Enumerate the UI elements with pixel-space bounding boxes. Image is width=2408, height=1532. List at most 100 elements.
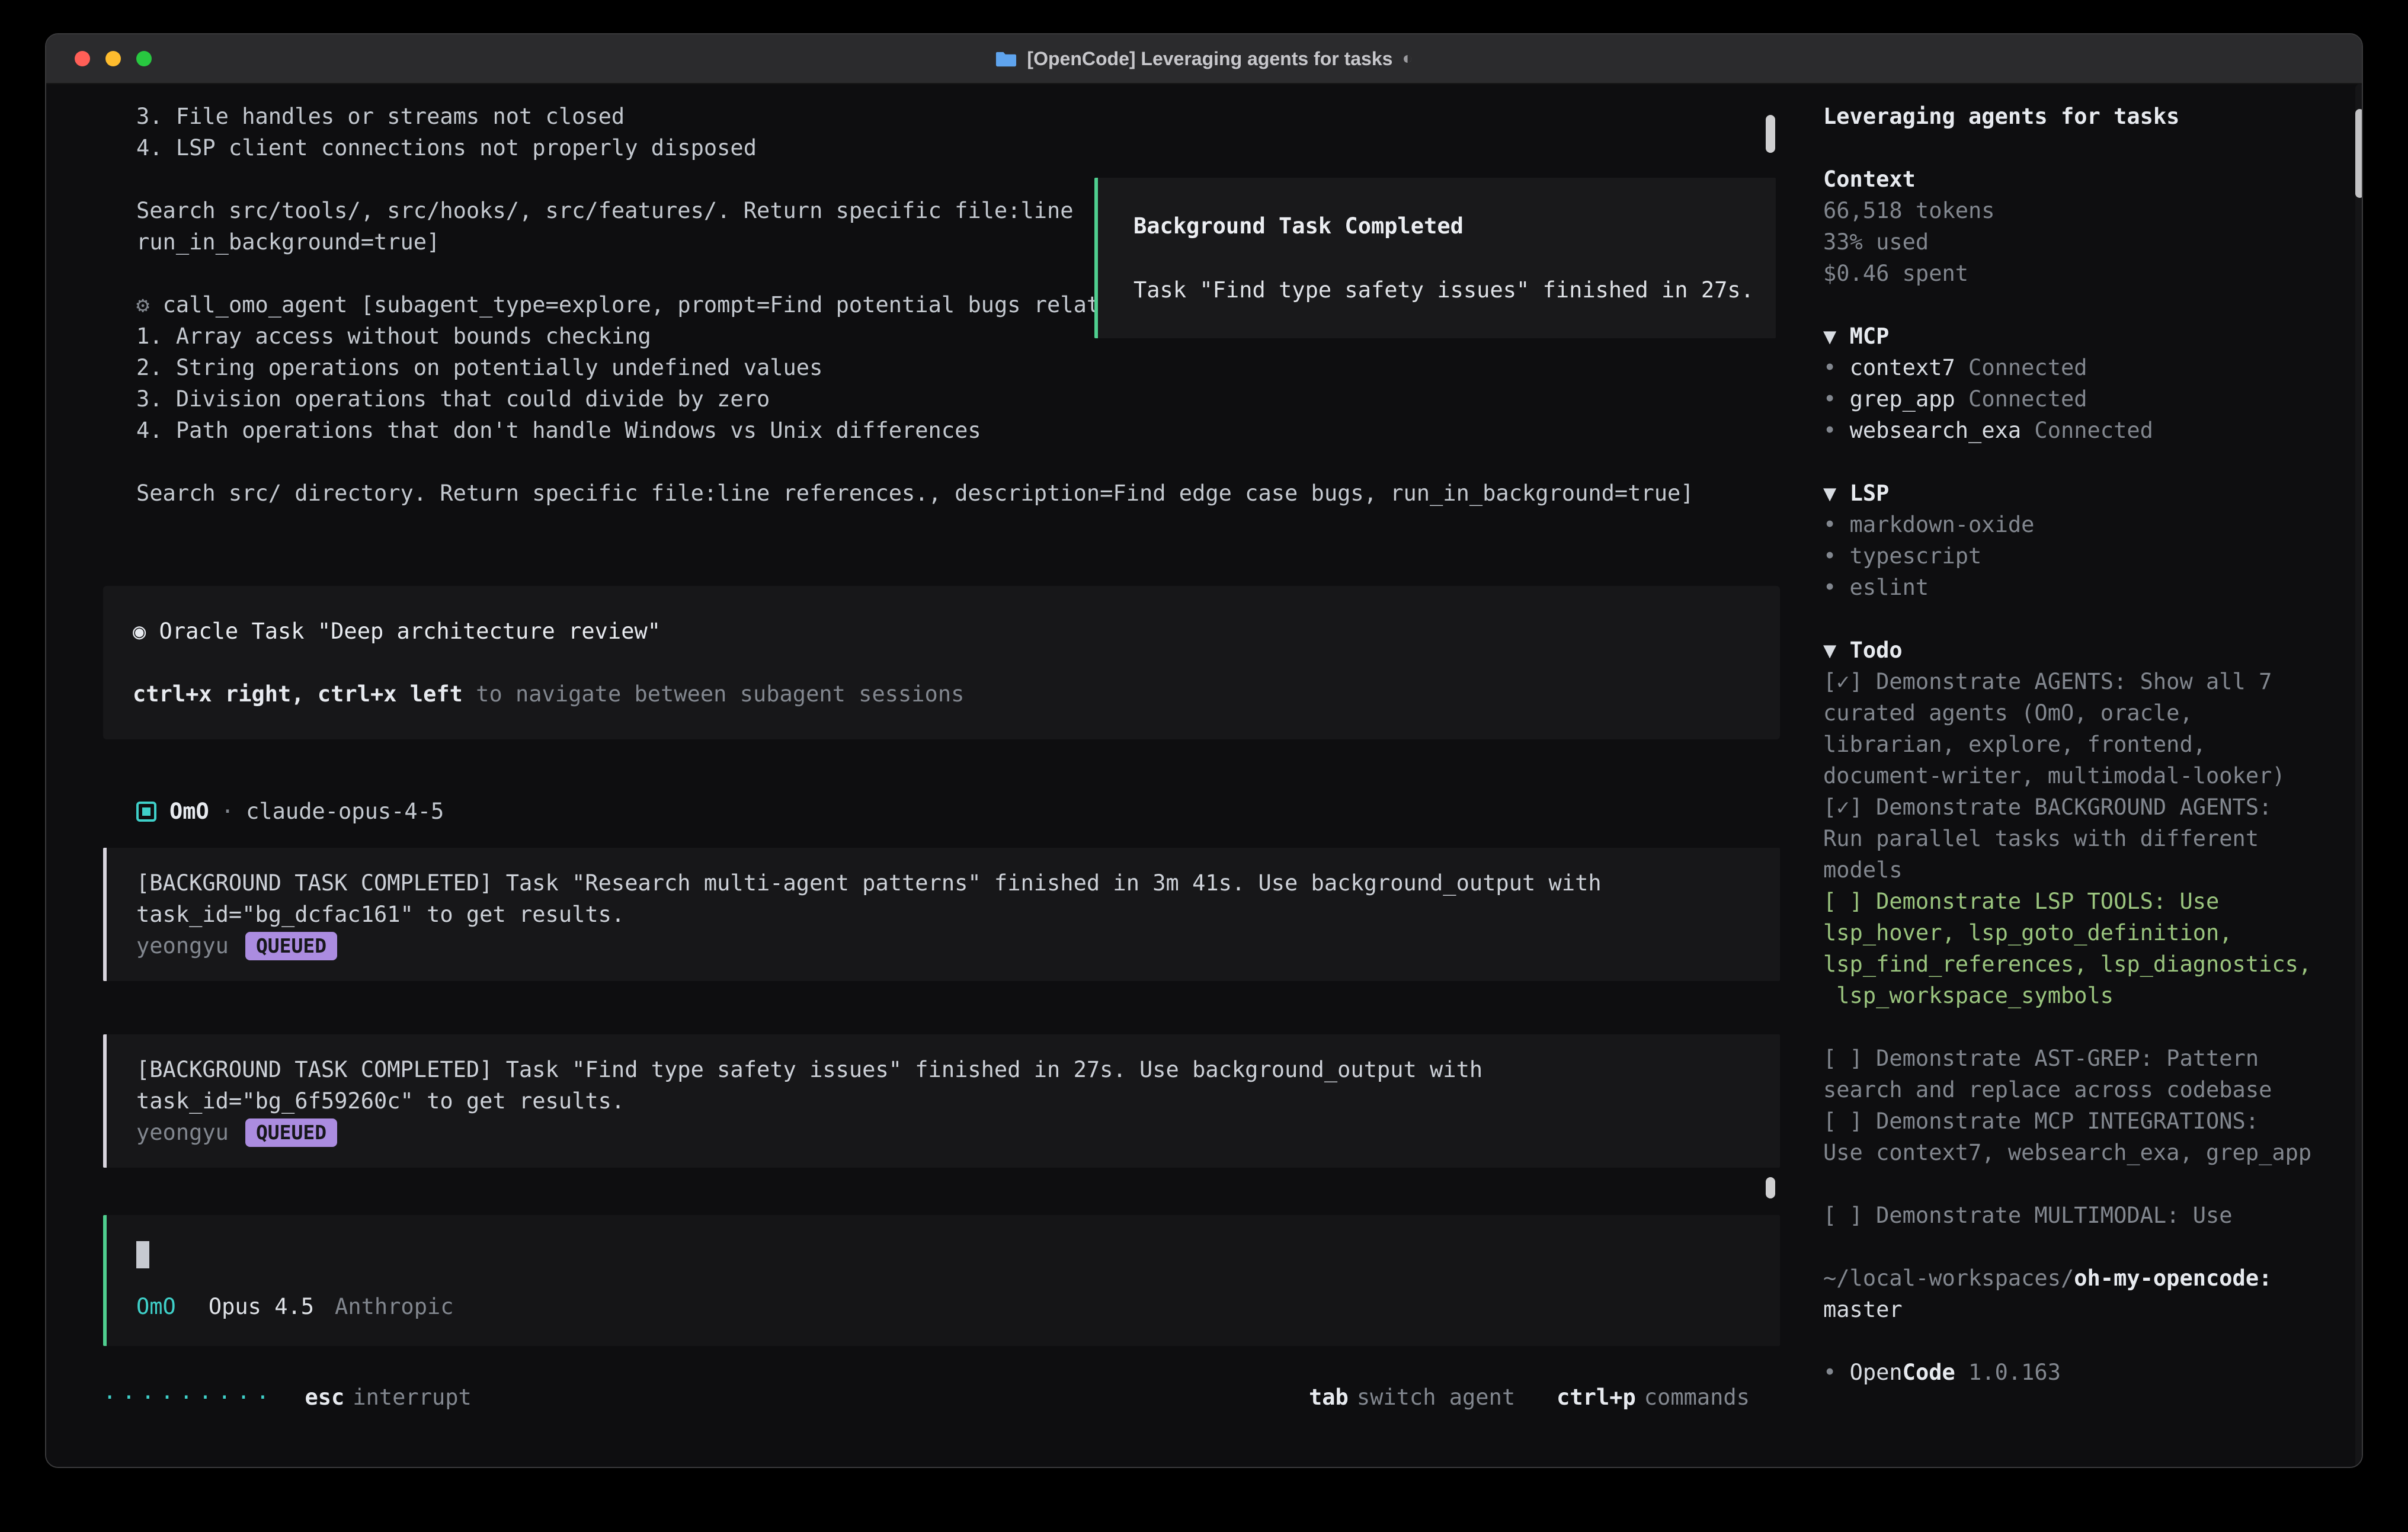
key-esc: esc — [305, 1384, 344, 1410]
text-segment: Run parallel tasks with different — [1823, 826, 2259, 851]
text-segment: LSP — [1850, 480, 1890, 506]
progress-icon: ◐ — [1402, 49, 1413, 69]
sidebar-line — [1823, 1168, 2362, 1200]
agent-model: claude-opus-4-5 — [246, 799, 444, 824]
sidebar-content: Leveraging agents for tasks Context 66,51… — [1823, 101, 2362, 1388]
sidebar-line: curated agents (OmO, oracle, — [1823, 697, 2362, 729]
message-line: task_id="bg_6f59260c" to get results. — [136, 1085, 1780, 1117]
scrollbar-thumb[interactable] — [2355, 109, 2363, 198]
toast-body: Task "Find type safety issues" finished … — [1133, 274, 1776, 306]
agent-name: OmO — [169, 799, 209, 824]
agent-icon — [136, 802, 156, 822]
agent-icon-fill — [142, 807, 150, 816]
sidebar-line: • grep_app Connected — [1823, 383, 2362, 415]
terminal-line: 4. LSP client connections not properly d… — [136, 132, 1779, 164]
text-segment: ▼ — [1823, 480, 1850, 506]
text-segment: to navigate between subagent sessions — [463, 681, 964, 707]
text-segment: lsp_workspace_symbols — [1823, 983, 2114, 1008]
prompt-input[interactable]: OmO Opus 4.5 Anthropic — [103, 1215, 1780, 1346]
conversation-pane: 3. File handles or streams not closed 4. … — [46, 84, 1779, 1468]
message-block: [BACKGROUND TASK COMPLETED] Task "Resear… — [103, 848, 1780, 981]
text-segment: • markdown-oxide — [1823, 512, 2034, 537]
status-badge: QUEUED — [245, 932, 337, 960]
text-segment: oh-my-opencode: — [2074, 1265, 2272, 1291]
text-segment: curated agents (OmO, oracle, — [1823, 700, 2193, 726]
text-segment: • — [1823, 386, 1850, 412]
text-segment: ⚙ — [136, 292, 163, 318]
window-title: [OpenCode] Leveraging agents for tasks — [1027, 48, 1392, 70]
message-meta: yeongyu QUEUED — [136, 1117, 1780, 1148]
message-block: [BACKGROUND TASK COMPLETED] Task "Find t… — [103, 1034, 1780, 1168]
window-title-group: [OpenCode] Leveraging agents for tasks ◐ — [46, 48, 2362, 70]
text-segment: Context — [1823, 166, 1916, 192]
sidebar-line — [1823, 446, 2362, 477]
close-button[interactable] — [75, 51, 90, 66]
text-segment: 4. Path operations that don't handle Win… — [136, 418, 981, 443]
text-segment: lsp_find_references, lsp_diagnostics, — [1823, 951, 2311, 977]
hint-commands: ctrl+pcommands — [1557, 1384, 1750, 1410]
text-segment: ◉ Oracle Task "Deep architecture review" — [133, 618, 661, 644]
text-segment: Open — [1850, 1360, 1903, 1385]
text-segment: Use context7, websearch_exa, grep_app — [1823, 1140, 2311, 1165]
text-segment: [ ] Demonstrate MCP INTEGRATIONS: — [1823, 1108, 2259, 1134]
oracle-panel-line: ◉ Oracle Task "Deep architecture review" — [133, 616, 1780, 647]
sidebar-line — [1823, 132, 2362, 164]
text-segment: • — [1823, 355, 1850, 380]
scrollbar-thumb[interactable] — [1766, 115, 1775, 153]
status-bar: ········· escinterrupt tabswitch agent c… — [103, 1382, 1750, 1413]
text-segment: ~/local-workspaces/ — [1823, 1265, 2074, 1291]
terminal-line: Search src/ directory. Return specific f… — [136, 477, 1779, 509]
text-segment: Leveraging agents for tasks — [1823, 104, 2179, 129]
text-segment: lsp_hover, lsp_goto_definition, — [1823, 920, 2233, 946]
sidebar-line: lsp_hover, lsp_goto_definition, — [1823, 917, 2362, 948]
text-segment: 1.0.163 — [1955, 1360, 2061, 1385]
hint-label: switch agent — [1357, 1384, 1515, 1410]
sidebar-line: • OpenCode 1.0.163 — [1823, 1357, 2362, 1388]
message-line: [BACKGROUND TASK COMPLETED] Task "Find t… — [136, 1054, 1780, 1085]
text-segment: MCP — [1850, 323, 1890, 349]
zoom-button[interactable] — [136, 51, 152, 66]
sidebar-line: ~/local-workspaces/oh-my-opencode: — [1823, 1262, 2362, 1294]
sidebar-line: lsp_workspace_symbols — [1823, 980, 2362, 1011]
text-segment: Todo — [1850, 637, 1903, 663]
window-content: 3. File handles or streams not closed 4. … — [46, 84, 2362, 1468]
text-segment: Code — [1903, 1360, 1955, 1385]
sidebar-line: models — [1823, 854, 2362, 886]
sidebar-line: $0.46 spent — [1823, 258, 2362, 289]
text-segment: $0.46 spent — [1823, 261, 1968, 286]
message-author: yeongyu — [136, 933, 229, 959]
traffic-lights — [75, 34, 152, 83]
sidebar-line: 33% used — [1823, 226, 2362, 258]
text-segment: librarian, explore, frontend, — [1823, 732, 2206, 757]
scrollbar-thumb[interactable] — [1766, 1177, 1775, 1198]
sidebar-line: ▼ Todo — [1823, 634, 2362, 666]
sidebar-line: • eslint — [1823, 572, 2362, 603]
oracle-panel-line — [133, 647, 1780, 678]
sidebar-line: 66,518 tokens — [1823, 195, 2362, 226]
text-segment: search and replace across codebase — [1823, 1077, 2272, 1102]
background-task-toast: Background Task Completed Task "Find typ… — [1094, 178, 1776, 338]
sidebar-line: • typescript — [1823, 540, 2362, 572]
text-segment: 2. String operations on potentially unde… — [136, 355, 822, 380]
text-segment: Connected — [2021, 418, 2153, 443]
text-segment: 3. File handles or streams not closed — [136, 104, 625, 129]
sidebar-line: [✓] Demonstrate BACKGROUND AGENTS: — [1823, 791, 2362, 823]
text-segment: grep_app — [1850, 386, 1955, 412]
sidebar-line: lsp_find_references, lsp_diagnostics, — [1823, 948, 2362, 980]
sidebar-line: Context — [1823, 164, 2362, 195]
sidebar-line — [1823, 1325, 2362, 1357]
sidebar-line: [ ] Demonstrate MULTIMODAL: Use — [1823, 1200, 2362, 1231]
sidebar-line: [✓] Demonstrate AGENTS: Show all 7 — [1823, 666, 2362, 697]
text-segment: 66,518 tokens — [1823, 198, 1995, 223]
hint-interrupt: escinterrupt — [305, 1384, 471, 1410]
hint-label: commands — [1644, 1384, 1750, 1410]
sidebar-line: • context7 Connected — [1823, 352, 2362, 383]
oracle-panel-line: ctrl+x right, ctrl+x left to navigate be… — [133, 678, 1780, 710]
sidebar-line — [1823, 1011, 2362, 1043]
message-author: yeongyu — [136, 1120, 229, 1145]
oracle-task-panel: ◉ Oracle Task "Deep architecture review"… — [103, 586, 1780, 739]
minimize-button[interactable] — [105, 51, 121, 66]
terminal-line: 3. File handles or streams not closed — [136, 101, 1779, 132]
text-segment: 3. Division operations that could divide… — [136, 386, 770, 412]
status-badge: QUEUED — [245, 1118, 337, 1147]
